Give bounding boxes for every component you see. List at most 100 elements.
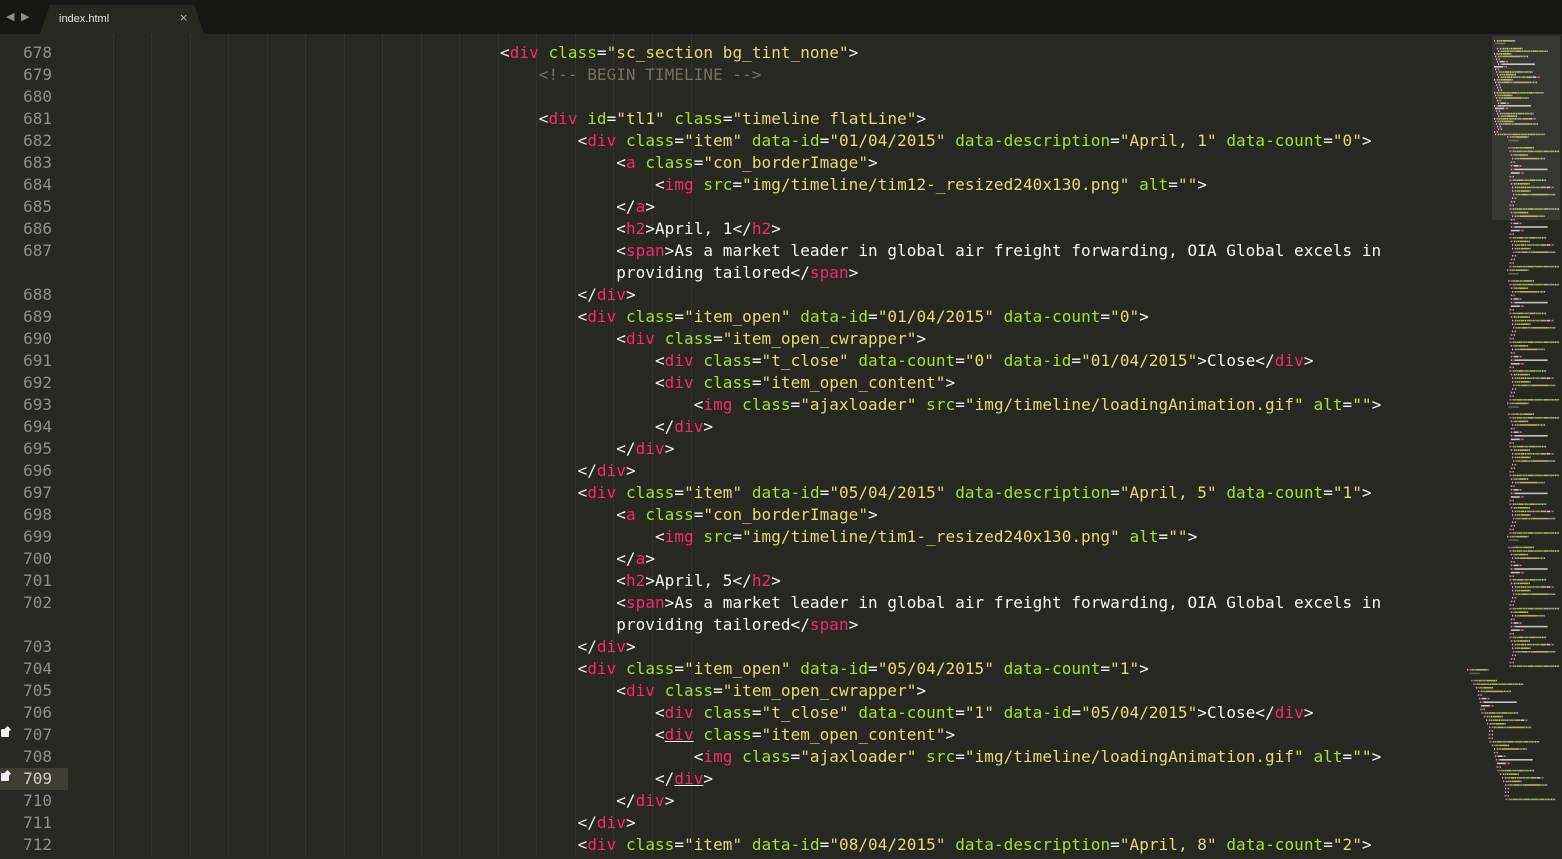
minimap-token <box>1522 571 1524 574</box>
code-line[interactable]: providing tailored</span> <box>74 262 1490 284</box>
minimap-token <box>1488 712 1490 714</box>
code-token: div <box>1274 703 1304 722</box>
code-token: "tl1" <box>616 109 665 128</box>
minimap-token <box>1488 697 1490 700</box>
code-line[interactable]: </div> <box>74 812 1490 834</box>
code-editor[interactable]: 678 679 680 681 682 683 684 685 686 687 688 689 690 6… <box>0 34 1490 855</box>
minimap-token <box>1510 507 1512 509</box>
minimap-viewport[interactable] <box>1492 36 1560 220</box>
code-line[interactable]: <!-- BEGIN TIMELINE --> <box>74 64 1490 86</box>
code-line[interactable]: <a class="con_borderImage"> <box>74 504 1490 526</box>
minimap-token <box>1518 312 1524 315</box>
code-line[interactable]: </a> <box>74 196 1490 218</box>
code-line[interactable]: <div class="item_open" data-id="01/04/20… <box>74 306 1490 328</box>
code-line[interactable]: </a> <box>74 548 1490 570</box>
tab-title: index.html <box>59 13 110 25</box>
code-line[interactable]: <div class="item_open_cwrapper"> <box>74 680 1490 702</box>
code-line[interactable]: </div> <box>74 636 1490 658</box>
minimap-token <box>1510 222 1512 225</box>
minimap-token <box>1518 579 1524 581</box>
code-token: < <box>616 153 626 172</box>
minimap-token <box>1517 593 1520 595</box>
code-area[interactable]: <div class="sc_section bg_tint_none"> <!… <box>74 42 1490 855</box>
code-line[interactable] <box>74 86 1490 108</box>
minimap-token <box>1525 377 1527 379</box>
code-line[interactable]: <div class="item" data-id="01/04/2015" d… <box>74 130 1490 152</box>
minimap-token <box>1477 694 1479 696</box>
code-line[interactable]: <div class="item_open_content"> <box>74 724 1490 746</box>
minimap-token <box>1533 474 1535 477</box>
code-line[interactable]: <span>As a market leader in global air f… <box>74 592 1490 614</box>
minimap-token <box>1539 291 1541 293</box>
code-line[interactable]: </div> <box>74 768 1490 790</box>
code-line[interactable]: <img src="img/timeline/tim1-_resized240x… <box>74 526 1490 548</box>
bookmark-icon[interactable] <box>1 729 9 737</box>
minimap-token <box>1516 327 1518 329</box>
close-icon[interactable]: × <box>179 11 188 24</box>
code-line[interactable]: <div id="tl1" class="timeline flatLine"> <box>74 108 1490 130</box>
bookmark-icon[interactable] <box>1 773 9 781</box>
code-line[interactable]: <img class="ajaxloader" src="img/timelin… <box>74 746 1490 768</box>
minimap[interactable] <box>1448 34 1562 855</box>
code-line[interactable]: </div> <box>74 416 1490 438</box>
minimap-token <box>1512 636 1514 639</box>
minimap-token <box>1555 399 1557 401</box>
code-token: id <box>587 109 607 128</box>
code-line[interactable]: <img src="img/timeline/tim12-_resized240… <box>74 174 1490 196</box>
minimap-token <box>1520 229 1522 232</box>
code-line[interactable]: providing tailored</span> <box>74 614 1490 636</box>
minimap-token <box>1511 312 1513 315</box>
code-line[interactable]: <div class="t_close" data-count="0" data… <box>74 350 1490 372</box>
code-line[interactable]: <div class="t_close" data-count="1" data… <box>74 702 1490 724</box>
minimap-token <box>1518 474 1521 477</box>
code-line[interactable]: </div> <box>74 790 1490 812</box>
minimap-token <box>1516 510 1519 513</box>
code-token: = <box>1342 395 1353 414</box>
minimap-token <box>1500 719 1505 721</box>
code-token: </ <box>577 461 597 480</box>
code-line[interactable]: <div class="item_open_cwrapper"> <box>74 328 1490 350</box>
minimap-token <box>1518 798 1522 801</box>
code-line[interactable]: <h2>April, 5</h2> <box>74 570 1490 592</box>
line-number: 704 <box>23 659 52 678</box>
code-line[interactable]: <h2>April, 1</h2> <box>74 218 1490 240</box>
minimap-token <box>1514 625 1548 628</box>
code-line[interactable]: <div class="item" data-id="05/04/2015" d… <box>74 482 1490 504</box>
code-line[interactable]: <div class="item_open" data-id="05/04/20… <box>74 658 1490 680</box>
minimap-token <box>1509 503 1511 505</box>
minimap-token <box>1523 636 1525 639</box>
minimap-token <box>1471 679 1473 682</box>
code-token: "0" <box>1332 131 1362 150</box>
minimap-token <box>1542 417 1544 419</box>
code-line[interactable]: <div class="item" data-id="08/04/2015" d… <box>74 834 1490 855</box>
code-line[interactable]: <img class="ajaxloader" src="img/timelin… <box>74 394 1490 416</box>
code-line[interactable]: <a class="con_borderImage"> <box>74 152 1490 174</box>
minimap-token <box>1480 687 1483 689</box>
code-line[interactable]: <div class="sc_section bg_tint_none"> <box>74 42 1490 64</box>
minimap-token <box>1534 265 1543 268</box>
minimap-token <box>1529 323 1531 325</box>
minimap-token <box>1528 237 1530 239</box>
minimap-token <box>1526 586 1531 588</box>
code-line[interactable]: </div> <box>74 460 1490 482</box>
minimap-token <box>1519 291 1538 293</box>
code-line[interactable]: <div class="item_open_content"> <box>74 372 1490 394</box>
minimap-token <box>1494 741 1497 743</box>
code-token: div <box>548 109 578 128</box>
file-tab[interactable]: index.html × <box>40 5 204 34</box>
code-token: class <box>664 329 714 348</box>
code-line[interactable]: </div> <box>74 438 1490 460</box>
minimap-token <box>1554 460 1556 462</box>
code-line[interactable]: <span>As a market leader in global air f… <box>74 240 1490 262</box>
minimap-token <box>1520 489 1522 491</box>
code-token: data-id <box>751 483 820 502</box>
code-token: > <box>703 769 714 788</box>
minimap-token <box>1519 424 1538 426</box>
back-arrow-icon[interactable]: ◀ <box>6 10 14 24</box>
minimap-token <box>1548 327 1550 329</box>
minimap-token <box>1511 309 1513 311</box>
minimap-token <box>1543 607 1549 610</box>
code-line[interactable]: </div> <box>74 284 1490 306</box>
forward-arrow-icon[interactable]: ▶ <box>21 10 29 24</box>
